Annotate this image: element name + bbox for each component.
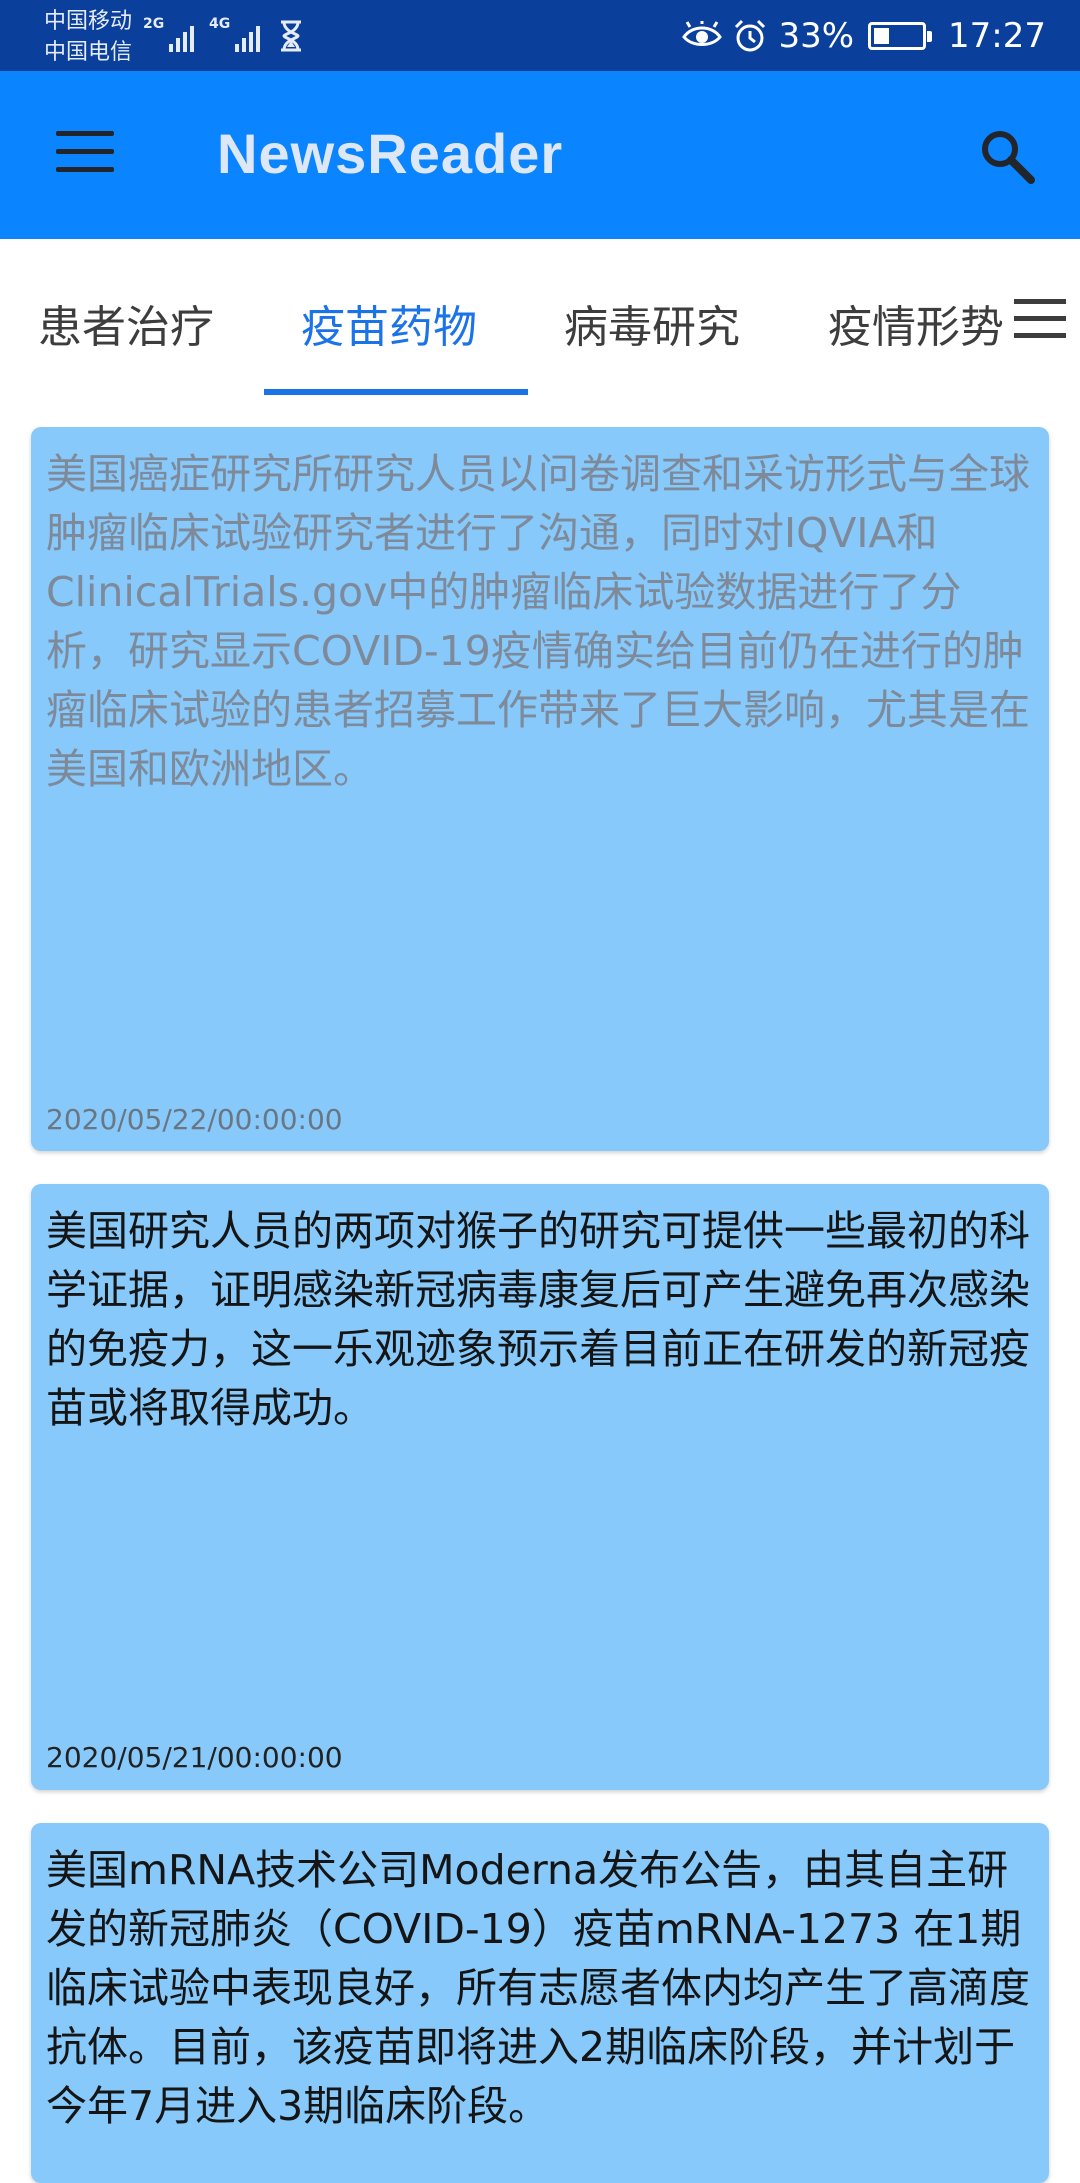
news-card[interactable]: 美国癌症研究所研究人员以问卷调查和采访形式与全球肿瘤临床试验研究者进行了沟通，同… [31, 427, 1049, 1151]
hamburger-menu-icon[interactable] [56, 131, 114, 177]
tab-virus-research[interactable]: 病毒研究 [564, 291, 740, 355]
battery-fill [874, 28, 890, 44]
news-content: 美国癌症研究所研究人员以问卷调查和采访形式与全球肿瘤临床试验研究者进行了沟通，同… [46, 450, 1030, 793]
news-date: 2020/05/21/00:00:00 [46, 1741, 343, 1774]
news-content: 美国研究人员的两项对猴子的研究可提供一些最初的科学证据，证明感染新冠病毒康复后可… [46, 1207, 1030, 1432]
clock: 17:27 [948, 16, 1046, 56]
active-tab-indicator [264, 389, 528, 395]
hourglass-icon [281, 20, 301, 52]
tab-vaccine-drugs[interactable]: 疫苗药物 [301, 291, 477, 355]
app-title: NewsReader [217, 122, 564, 185]
tab-epidemic-situation[interactable]: 疫情形势 [828, 291, 1004, 355]
network-type-2: 4G [209, 16, 231, 32]
signal-icon-1: 2G [143, 16, 195, 52]
news-card[interactable]: 美国mRNA技术公司Moderna发布公告，由其自主研发的新冠肺炎（COVID-… [31, 1823, 1049, 2183]
battery-percent: 33% [778, 16, 855, 56]
news-content: 美国mRNA技术公司Moderna发布公告，由其自主研发的新冠肺炎（COVID-… [46, 1846, 1030, 2130]
network-type-1: 2G [143, 16, 165, 32]
search-icon[interactable] [976, 125, 1038, 187]
battery-icon [868, 22, 933, 50]
app-bar: NewsReader [0, 71, 1080, 239]
alarm-icon [735, 19, 766, 52]
eye-comfort-icon [682, 21, 723, 46]
news-date: 2020/05/22/00:00:00 [46, 1103, 343, 1136]
signal-icon-2: 4G [209, 16, 261, 52]
tabs-more-menu-icon[interactable] [1002, 291, 1080, 361]
status-bar: 中国移动 中国电信 2G 4G 33% 17:27 [0, 0, 1080, 71]
category-tabs: 患者治疗 疫苗药物 病毒研究 疫情形势 [0, 239, 1080, 399]
tab-patient-treatment[interactable]: 患者治疗 [38, 291, 214, 355]
news-card[interactable]: 美国研究人员的两项对猴子的研究可提供一些最初的科学证据，证明感染新冠病毒康复后可… [31, 1184, 1049, 1790]
